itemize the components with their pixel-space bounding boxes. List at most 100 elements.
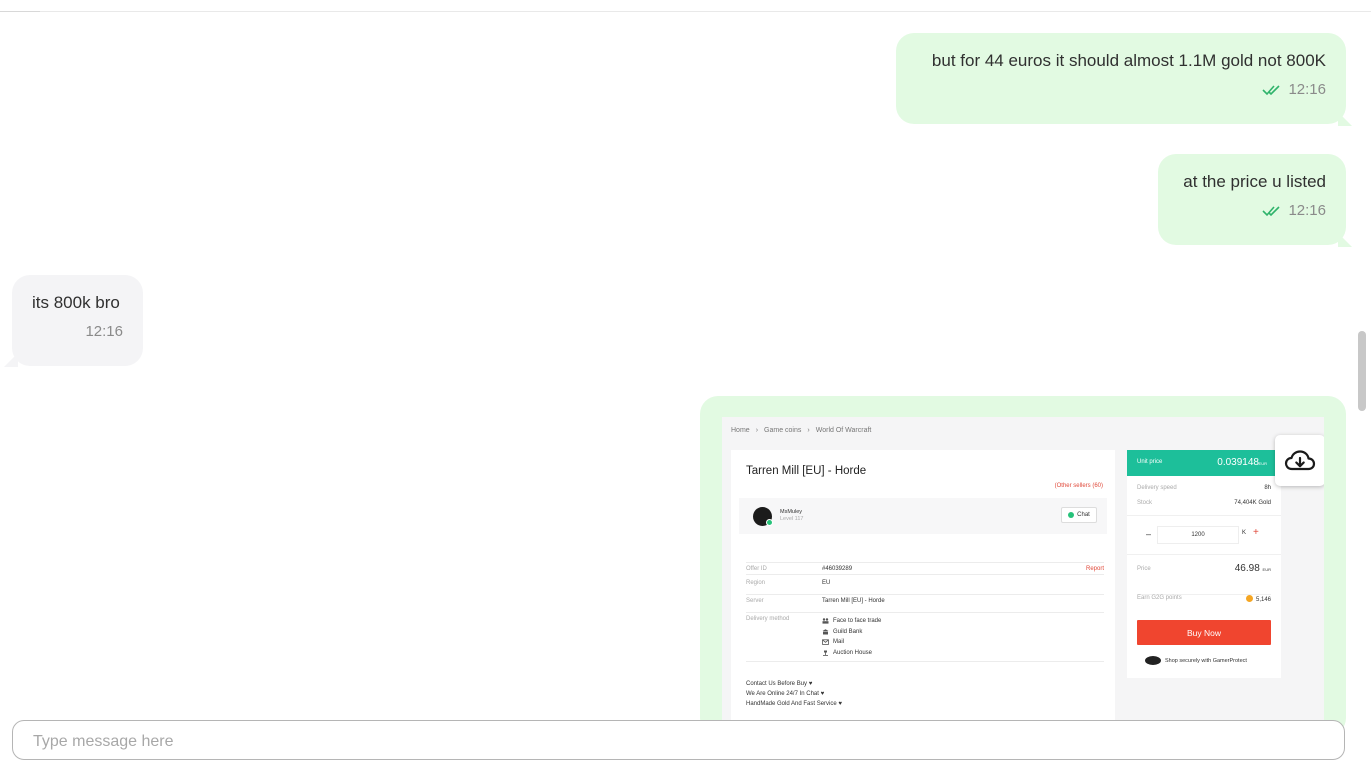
delivery-speed-value: 8h: [1264, 485, 1271, 491]
message-meta: 12:16: [1178, 202, 1326, 219]
mail-icon: [822, 639, 829, 646]
message-meta: 12:16: [916, 81, 1326, 98]
unit-price-value: 0.039148: [1217, 457, 1259, 468]
delivery-methods: Face to face trade Guild Bank Mail Aucti…: [822, 616, 881, 658]
message-input[interactable]: [33, 733, 1313, 751]
delivery-row: Delivery method Face to face trade Guild…: [746, 616, 1104, 662]
buy-now-button: Buy Now: [1137, 620, 1271, 645]
price-value: 46.98 EUR: [1235, 563, 1271, 574]
quantity-stepper: – 1200 K +: [1127, 515, 1281, 555]
seller-note: Contact Us Before Buy ♥: [746, 681, 813, 687]
seller-note: We Are Online 24/7 In Chat ♥: [746, 691, 825, 697]
read-receipt-icon: [1262, 205, 1281, 216]
seller-level: Level 117: [780, 516, 804, 522]
bubble-tail: [4, 353, 18, 367]
message-bubble-outgoing: but for 44 euros it should almost 1.1M g…: [896, 33, 1346, 124]
points-row: Earn G2G points 5,146: [1137, 594, 1271, 603]
delivery-method-item: Auction House: [822, 648, 881, 659]
region-value: EU: [822, 580, 831, 586]
message-text: but for 44 euros it should almost 1.1M g…: [931, 51, 1326, 70]
message-text: at the price u listed: [1183, 172, 1326, 191]
price-amount: 46.98: [1234, 563, 1260, 574]
message-meta: 12:16: [32, 323, 123, 340]
breadcrumb-separator: ›: [807, 427, 810, 434]
top-bar-edge: [0, 0, 40, 12]
image-message-bubble[interactable]: Home › Game coins › World Of Warcraft Ta…: [700, 396, 1346, 736]
breadcrumb-item: World Of Warcraft: [815, 427, 872, 434]
offer-id-value: #46039289: [822, 566, 853, 572]
message-composer[interactable]: [12, 720, 1345, 760]
top-bar: [0, 0, 1371, 12]
points-label: Earn G2G points: [1137, 595, 1182, 601]
gavel-icon: [823, 650, 828, 656]
points-amount: 5,146: [1255, 597, 1271, 603]
breadcrumb-item: Game coins: [764, 427, 802, 434]
unit-price-bar: Unit price 0.039148 EUR: [1127, 450, 1281, 476]
bubble-tail: [1338, 112, 1352, 126]
message-time: 12:16: [85, 323, 123, 340]
price-label: Price: [1137, 566, 1151, 572]
gamer-protect-text: Shop securely with GamerProtect: [1165, 657, 1247, 664]
message-bubble-incoming: its 800k bro 12:16: [12, 275, 143, 366]
report-link: Report: [1085, 566, 1104, 572]
purchase-card: Unit price 0.039148 EUR Delivery speed 8…: [1127, 450, 1281, 678]
region-row: Region EU: [746, 580, 1104, 595]
seller-name: MsMuley: [780, 509, 803, 515]
read-receipt-icon: [1262, 84, 1281, 95]
delivery-method-label: Face to face trade: [833, 618, 882, 625]
gamer-protect-icon: [1145, 656, 1161, 665]
stock-row: Stock 74,404K Gold: [1137, 500, 1271, 506]
gamer-protect: Shop securely with GamerProtect: [1145, 656, 1247, 665]
seller-box: MsMuley Level 117 Chat: [739, 498, 1107, 534]
breadcrumb-item: Home: [731, 427, 750, 434]
offer-card: Tarren Mill [EU] - Horde (Other sellers …: [731, 450, 1115, 727]
chat-label: Chat: [1077, 512, 1090, 518]
message-text: its 800k bro: [32, 293, 120, 312]
offer-title: Tarren Mill [EU] - Horde: [746, 465, 867, 477]
delivery-label: Delivery method: [746, 616, 790, 622]
scrollbar-thumb[interactable]: [1358, 331, 1366, 411]
unit-price-currency: EUR: [1258, 461, 1267, 466]
cloud-download-icon: [1284, 449, 1316, 470]
message-time: 12:16: [1288, 81, 1326, 98]
message-bubble-outgoing: at the price u listed 12:16: [1158, 154, 1346, 245]
seller-note: HandMade Gold And Fast Service ♥: [746, 701, 842, 707]
chat-icon: [1068, 512, 1075, 518]
decrease-icon: –: [1146, 529, 1152, 539]
breadcrumb-separator: ›: [755, 427, 759, 434]
breadcrumb: Home › Game coins › World Of Warcraft: [731, 427, 871, 434]
seller-avatar: [753, 507, 773, 526]
delivery-method-item: Face to face trade: [822, 616, 881, 627]
delivery-method-item: Guild Bank: [822, 627, 881, 638]
other-sellers-link: (Other sellers (60): [1054, 483, 1103, 489]
increase-icon: +: [1253, 527, 1259, 538]
unit-price-label: Unit price: [1137, 459, 1163, 465]
stock-label: Stock: [1137, 500, 1153, 506]
attached-screenshot[interactable]: Home › Game coins › World Of Warcraft Ta…: [722, 417, 1324, 727]
chat-button: Chat: [1061, 507, 1097, 523]
seller-notes: Contact Us Before Buy ♥ We Are Online 24…: [746, 679, 842, 709]
delivery-method-label: Guild Bank: [833, 628, 863, 635]
delivery-speed-row: Delivery speed 8h: [1137, 485, 1271, 491]
quantity-input: 1200: [1157, 526, 1239, 544]
server-label: Server: [746, 598, 764, 604]
offer-id-label: Offer ID: [746, 566, 767, 572]
bank-icon: [822, 629, 829, 635]
server-row: Server Tarren Mill [EU] - Horde: [746, 598, 1104, 613]
price-row: Price 46.98 EUR: [1137, 563, 1271, 574]
region-label: Region: [746, 580, 766, 586]
bubble-tail: [1338, 233, 1352, 247]
server-value: Tarren Mill [EU] - Horde: [822, 598, 885, 604]
quantity-unit: K: [1242, 530, 1247, 536]
offer-id-row: Offer ID #46039289 Report: [746, 562, 1104, 575]
delivery-speed-label: Delivery speed: [1137, 485, 1177, 491]
download-button[interactable]: [1275, 435, 1324, 486]
message-time: 12:16: [1288, 202, 1326, 219]
points-value: 5,146: [1245, 595, 1271, 603]
coin-icon: [1245, 595, 1253, 602]
stock-value: 74,404K Gold: [1234, 500, 1271, 506]
delivery-method-item: Mail: [822, 637, 881, 648]
price-currency: EUR: [1262, 567, 1271, 572]
people-icon: [822, 618, 829, 624]
delivery-method-label: Auction House: [833, 649, 873, 656]
